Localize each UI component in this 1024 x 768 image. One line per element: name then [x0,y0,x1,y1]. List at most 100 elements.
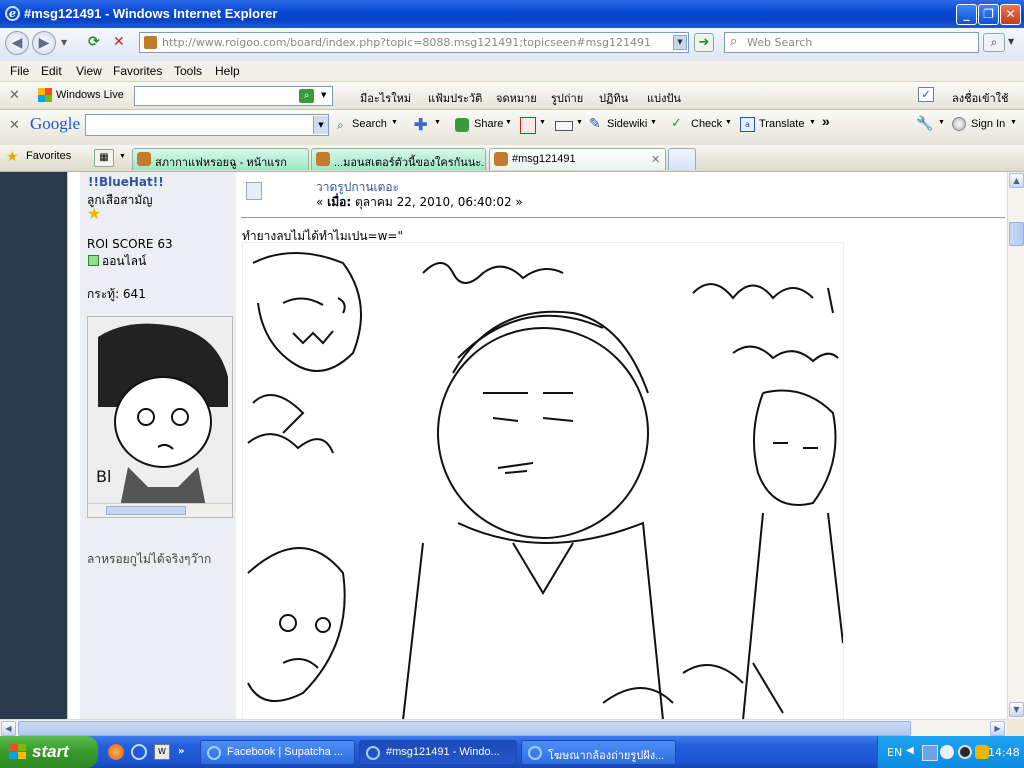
network-icon[interactable] [922,745,938,761]
menu-help[interactable]: Help [215,64,240,78]
tab-home[interactable]: สภากาแฟหรอยฉู - หน้าแรก [132,148,309,170]
tab-current[interactable]: #msg121491 ✕ [489,148,666,170]
vertical-scroll-thumb[interactable] [1009,222,1024,246]
live-search-dropdown-icon[interactable]: ▼ [321,91,326,99]
wl-whats-new[interactable]: มีอะไรใหม่ [360,89,411,107]
windows-live-label[interactable]: Windows Live [56,89,124,101]
horizontal-scrollbar[interactable]: ◀ ▶ [0,719,1007,737]
scroll-down-icon[interactable]: ▼ [1009,702,1024,717]
close-google-toolbar-icon[interactable]: ✕ [9,117,20,133]
menu-favorites[interactable]: Favorites [113,64,162,78]
wl-share[interactable]: แบ่งปัน [647,89,681,107]
task-camera-ad[interactable]: โฆษณากล้องถ่ายรูปฝัง... [521,740,676,765]
stop-icon[interactable]: ✕ [113,34,131,52]
post-count: กระทู้: 641 [87,287,146,301]
minimize-button[interactable]: _ [956,4,977,25]
share-dropdown-icon[interactable]: ▼ [505,119,512,126]
menu-tools[interactable]: Tools [174,64,202,78]
menu-edit[interactable]: Edit [41,64,62,78]
tab-monster[interactable]: ...มอนสเตอร์ตัวนี้ของใครกันนะ... [311,148,486,170]
search-options-icon[interactable]: ▼ [1008,37,1014,46]
close-toolbar-icon[interactable]: ✕ [9,87,20,103]
wrench-icon[interactable]: 🔧 [916,115,933,132]
translate-dropdown-icon[interactable]: ▼ [809,119,816,126]
go-button[interactable]: ➜ [694,33,714,52]
live-search-icon[interactable]: ⌕ [299,89,314,103]
google-search-button[interactable]: Search [352,118,387,130]
quick-tabs-icon[interactable]: ▦ [94,149,114,167]
favorites-button[interactable]: Favorites [26,150,71,162]
search-options-dropdown-icon[interactable]: ▼ [391,119,398,126]
start-button[interactable]: start [0,736,98,768]
close-tab-icon[interactable]: ✕ [651,153,660,166]
post-image[interactable] [242,242,844,719]
add-dropdown-icon[interactable]: ▼ [434,119,441,126]
date-prefix: « [316,195,328,209]
scroll-right-icon[interactable]: ▶ [990,721,1005,736]
wl-calendar[interactable]: ปฏิทิน [599,89,628,107]
new-tab-button[interactable] [668,148,696,170]
back-button[interactable]: ◀ [5,31,29,55]
google-search-dropdown-icon[interactable]: ▼ [313,116,328,134]
wl-sign-in[interactable]: ลงชื่อเข้าใช้ [952,89,1008,107]
menu-view[interactable]: View [76,64,102,78]
search-button[interactable]: ⌕ [983,33,1005,52]
google-translate-button[interactable]: Translate [759,118,804,130]
checkbox-icon[interactable]: ✓ [918,87,934,102]
word-quicklaunch-icon[interactable]: W [154,744,170,760]
windows-live-search-input[interactable]: ⌕ ▼ [134,86,333,106]
add-icon[interactable]: ✚ [414,115,427,135]
media-icon[interactable] [958,745,972,759]
tray-expand-icon[interactable]: ◀ [906,745,914,756]
system-tray: EN ◀ 14:48 [877,736,1024,768]
avatar-scrollbar[interactable] [88,503,232,517]
language-indicator[interactable]: EN [887,746,902,759]
firefox-quicklaunch-icon[interactable] [108,744,124,760]
ie-task-icon [207,746,221,760]
wl-photos[interactable]: รูปถ่าย [551,89,583,107]
clock[interactable]: 14:48 [988,746,1020,759]
tab-list-dropdown-icon[interactable]: ▼ [119,153,126,160]
google-sign-in[interactable]: Sign In [971,118,1005,130]
post-body: วาดรูปกานเตอะ « เมื่อ: ตุลาคม 22, 2010, … [236,172,1007,719]
google-check-button[interactable]: Check [691,118,722,130]
wl-mail[interactable]: จดหมาย [496,89,537,107]
close-button[interactable]: ✕ [1000,4,1021,25]
horizontal-scroll-thumb[interactable] [18,721,911,736]
block-icon[interactable] [520,117,536,134]
wrench-dropdown-icon[interactable]: ▼ [938,119,945,126]
more-quicklaunch-icon[interactable]: » [178,746,184,757]
scroll-left-icon[interactable]: ◀ [1,721,16,736]
autofill-dropdown-icon[interactable]: ▼ [576,119,583,126]
task-current-page[interactable]: #msg121491 - Windo... [359,740,517,765]
maximize-button[interactable]: ❐ [978,4,999,25]
task-label: โฆษณากล้องถ่ายรูปฝัง... [548,750,665,762]
address-dropdown-icon[interactable]: ▼ [673,35,687,50]
forward-button[interactable]: ▶ [32,31,56,55]
task-facebook[interactable]: Facebook | Supatcha ... [200,740,355,765]
address-field[interactable]: http://www.roigoo.com/board/index.php?to… [139,32,689,53]
scroll-up-icon[interactable]: ▲ [1009,173,1024,188]
signin-dropdown-icon[interactable]: ▼ [1010,119,1017,126]
autofill-icon[interactable] [555,121,573,131]
share-icon [455,118,469,132]
check-dropdown-icon[interactable]: ▼ [725,119,732,126]
security-icon[interactable] [940,745,954,759]
block-dropdown-icon[interactable]: ▼ [539,119,546,126]
web-search-input[interactable]: ⌕ Web Search [724,32,979,53]
google-sidewiki-button[interactable]: Sidewiki [607,118,647,130]
menu-file[interactable]: File [10,64,29,78]
refresh-icon[interactable]: ⟳ [88,34,106,52]
ie-quicklaunch-icon[interactable] [131,744,147,760]
messenger-icon[interactable] [975,745,989,759]
avatar-scroll-thumb[interactable] [106,506,186,515]
google-search-input[interactable]: ▼ [85,114,329,136]
google-share-button[interactable]: Share [474,118,503,130]
wl-profile[interactable]: แฟ้มประวัติ [428,89,482,107]
sidewiki-dropdown-icon[interactable]: ▼ [650,119,657,126]
spellcheck-icon: ✓ [671,115,682,130]
poster-username[interactable]: !!BlueHat!! [88,175,164,189]
more-chevron-icon[interactable]: » [822,113,830,129]
history-dropdown-icon[interactable]: ▼ [61,38,67,47]
vertical-scrollbar[interactable]: ▲ ▼ [1007,172,1024,719]
